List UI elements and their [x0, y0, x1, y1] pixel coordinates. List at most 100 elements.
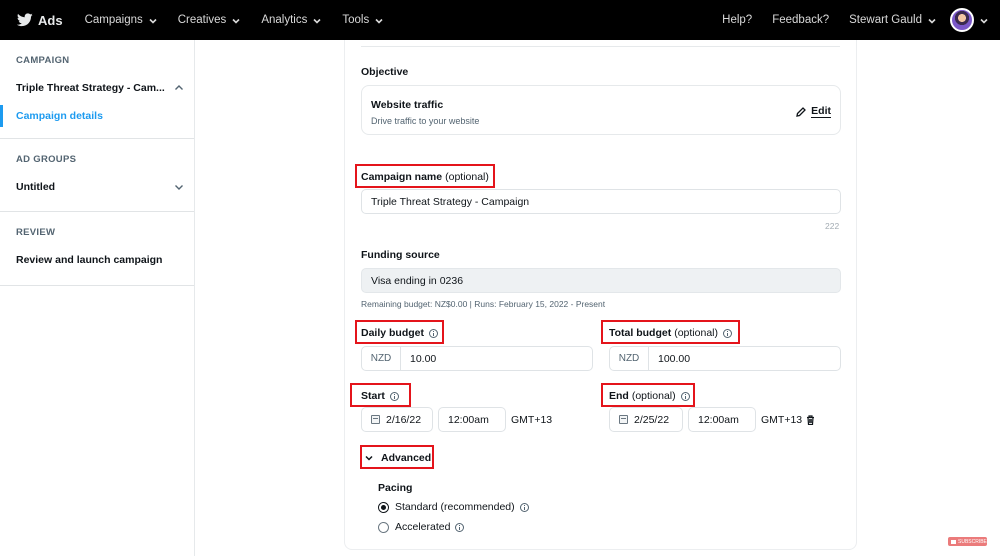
youtube-icon [951, 539, 956, 544]
nav-tools-label: Tools [342, 14, 370, 26]
objective-box: Website traffic Drive traffic to your we… [361, 85, 841, 135]
start-label-text: Start [361, 390, 385, 402]
brand-label: Ads [38, 12, 63, 28]
info-icon[interactable] [519, 502, 529, 512]
chevron-down-icon [375, 16, 383, 24]
daily-budget-input[interactable]: NZD 10.00 [361, 346, 593, 371]
advanced-label: Advanced [381, 452, 432, 464]
end-label-text: End [609, 390, 629, 402]
sidebar-item-label: Untitled [16, 181, 56, 193]
campaign-name-input[interactable]: Triple Threat Strategy - Campaign [361, 189, 841, 214]
nav-creatives-menu[interactable]: Creatives [178, 14, 241, 26]
start-date-picker[interactable]: 2/16/22 [361, 407, 433, 432]
account-menu[interactable]: Stewart Gauld [849, 14, 936, 26]
end-date-picker[interactable]: 2/25/22 [609, 407, 683, 432]
radio-selected[interactable] [378, 501, 389, 513]
info-icon[interactable] [429, 328, 439, 338]
info-icon[interactable] [723, 328, 732, 338]
campaign-name-label-text: Campaign name [361, 171, 443, 183]
chevron-down-icon [365, 455, 373, 461]
total-budget-value: 100.00 [658, 352, 691, 365]
avatar-menu[interactable] [980, 16, 988, 24]
nav-campaigns-label: Campaigns [84, 14, 143, 26]
sidebar-item-ad-group[interactable]: Untitled [0, 173, 194, 201]
chevron-up-icon[interactable] [174, 83, 184, 93]
currency-code: NZD [610, 347, 649, 370]
delete-end-date-button[interactable] [806, 415, 815, 426]
avatar[interactable] [950, 8, 974, 32]
end-time-picker[interactable]: 12:00am [688, 407, 756, 432]
subscribe-label: SUBSCRIBE [958, 538, 987, 545]
pacing-standard-radio[interactable]: Standard (recommended) [378, 501, 529, 513]
info-icon[interactable] [680, 391, 690, 401]
end-label: End (optional) [609, 390, 690, 402]
end-date-value: 2/25/22 [634, 413, 670, 426]
sidebar-review-heading: REVIEW [16, 227, 56, 238]
user-name: Stewart Gauld [849, 14, 922, 26]
radio-label: Accelerated [395, 521, 451, 533]
sidebar-item-campaign-details[interactable]: Campaign details [0, 102, 194, 130]
edit-objective-button[interactable]: Edit [796, 105, 831, 118]
chevron-down-icon [232, 16, 240, 24]
objective-label-text: Objective [361, 66, 409, 78]
nav-analytics-menu[interactable]: Analytics [261, 14, 321, 26]
sidebar: CAMPAIGN Triple Threat Strategy - Cam...… [0, 40, 195, 556]
funding-source-label: Funding source [361, 249, 440, 261]
sidebar-item-label: Review and launch campaign [16, 254, 163, 266]
divider [361, 46, 840, 47]
pacing-label: Pacing [378, 482, 412, 494]
campaign-name-label: Campaign name (optional) [361, 171, 489, 183]
sidebar-item-review-launch[interactable]: Review and launch campaign [0, 246, 194, 274]
pacing-accelerated-radio[interactable]: Accelerated [378, 521, 465, 533]
optional-tag: (optional) [674, 327, 718, 339]
chevron-down-icon [928, 16, 936, 24]
trash-icon [807, 415, 814, 426]
feedback-link[interactable]: Feedback? [772, 14, 829, 26]
campaign-name-value: Triple Threat Strategy - Campaign [371, 195, 530, 208]
sidebar-item-campaign[interactable]: Triple Threat Strategy - Cam... [0, 74, 194, 102]
sidebar-review-section: REVIEW Review and launch campaign [0, 212, 194, 286]
optional-tag: (optional) [445, 171, 489, 183]
radio-unselected[interactable] [378, 521, 389, 533]
total-budget-input[interactable]: NZD 100.00 [609, 346, 841, 371]
end-timezone: GMT+13 [761, 414, 803, 426]
funding-source-field: Visa ending in 0236 [361, 268, 841, 293]
chevron-down-icon[interactable] [174, 182, 184, 192]
total-budget-label-text: Total budget [609, 327, 672, 339]
sidebar-item-label: Campaign details [16, 110, 103, 122]
sidebar-campaign-heading: CAMPAIGN [16, 55, 70, 66]
funding-source-value: Visa ending in 0236 [371, 274, 464, 287]
subscribe-badge[interactable]: SUBSCRIBE [948, 537, 987, 546]
advanced-toggle[interactable]: Advanced [365, 452, 431, 464]
nav-tools-menu[interactable]: Tools [342, 14, 383, 26]
currency-code: NZD [362, 347, 401, 370]
calendar-icon [619, 415, 628, 424]
funding-source-label-text: Funding source [361, 249, 440, 261]
help-link[interactable]: Help? [722, 14, 752, 26]
chevron-down-icon [149, 16, 157, 24]
pencil-icon [796, 106, 807, 117]
info-icon[interactable] [455, 522, 465, 532]
nav-campaigns-menu[interactable]: Campaigns [85, 14, 157, 26]
daily-budget-label-text: Daily budget [361, 327, 425, 339]
sidebar-campaign-section: CAMPAIGN Triple Threat Strategy - Cam...… [0, 40, 194, 139]
pacing-label-text: Pacing [378, 482, 413, 494]
objective-description: Drive traffic to your website [371, 116, 480, 126]
start-time-value: 12:00am [448, 413, 489, 426]
nav-creatives-label: Creatives [177, 14, 227, 26]
twitter-bird-icon [17, 13, 33, 27]
edit-label: Edit [811, 105, 831, 118]
sidebar-item-label: Triple Threat Strategy - Cam... [16, 82, 165, 94]
brand-logo[interactable]: Ads [17, 13, 63, 28]
optional-tag: (optional) [631, 390, 676, 402]
start-label: Start [361, 390, 399, 402]
character-counter: 222 [825, 221, 840, 231]
chevron-down-icon [980, 16, 988, 24]
sidebar-adgroups-section: AD GROUPS Untitled [0, 139, 194, 212]
nav-right: Help? Feedback? Stewart Gauld [722, 0, 1000, 40]
daily-budget-label: Daily budget [361, 327, 439, 339]
info-icon[interactable] [389, 391, 399, 401]
radio-label: Standard (recommended) [395, 501, 515, 513]
calendar-icon [371, 415, 380, 424]
start-time-picker[interactable]: 12:00am [438, 407, 506, 432]
